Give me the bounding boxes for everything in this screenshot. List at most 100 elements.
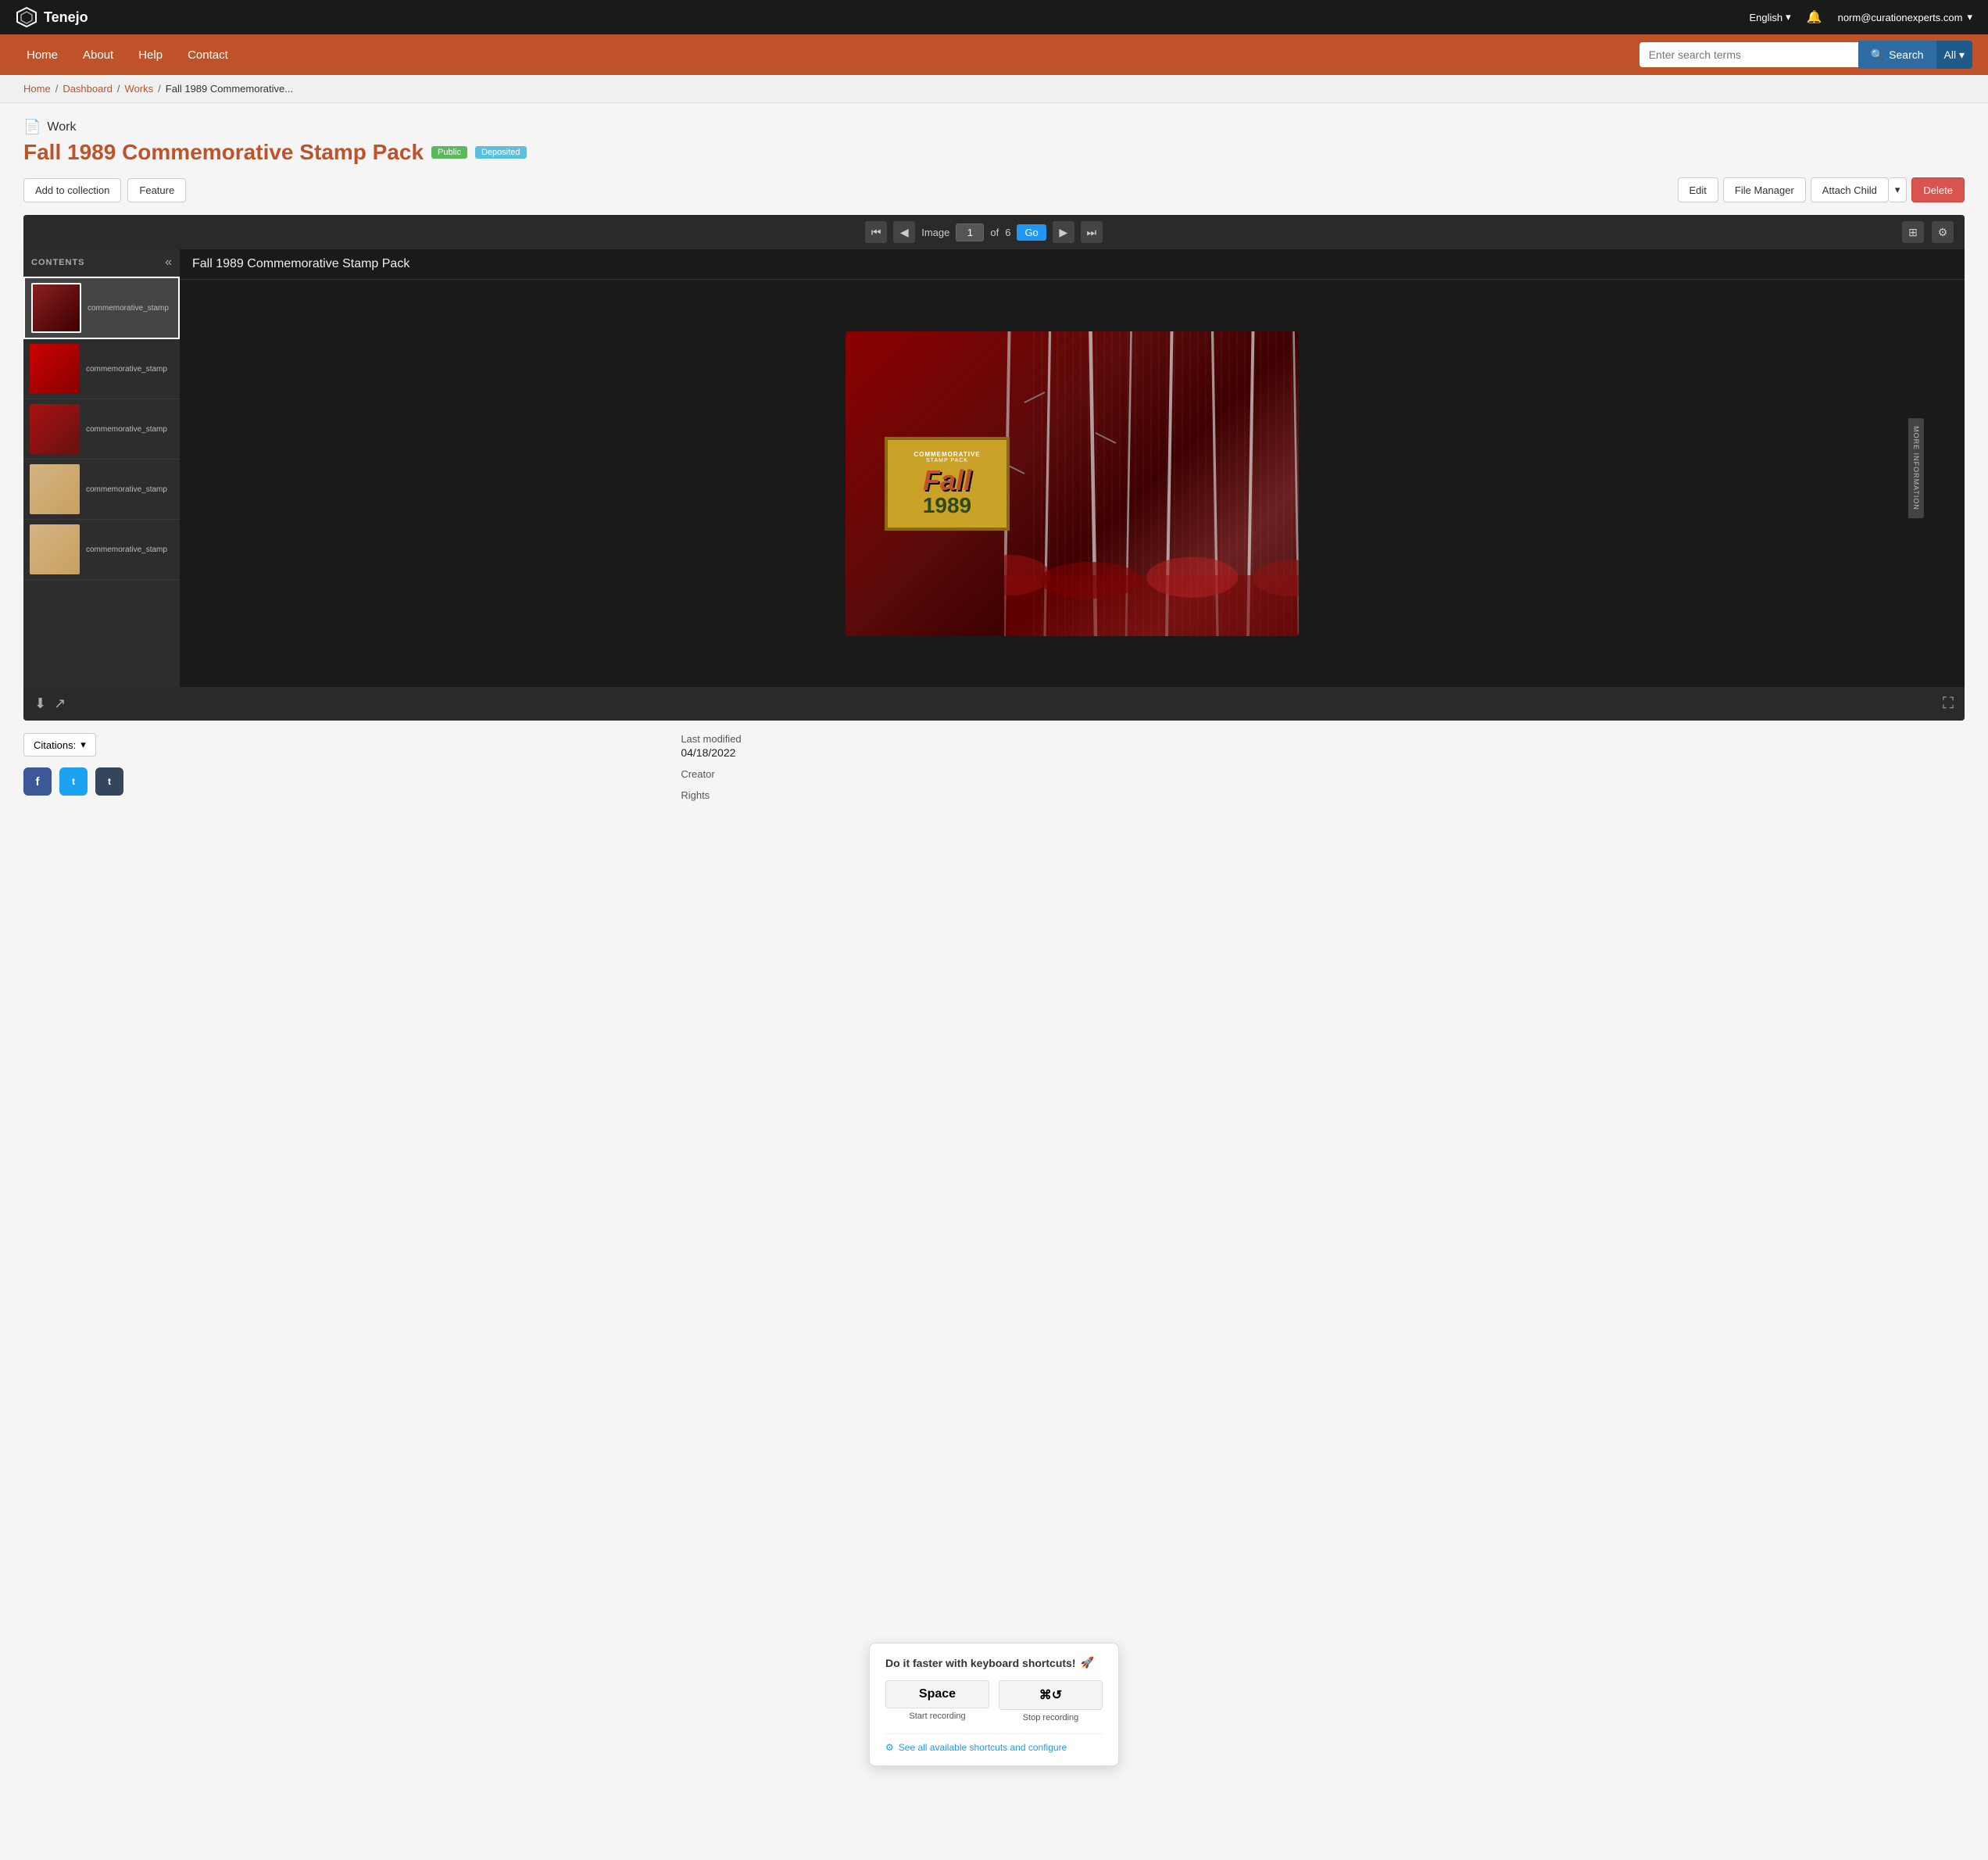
tumblr-button[interactable]: t: [95, 767, 123, 796]
language-selector[interactable]: English ▾: [1750, 11, 1791, 23]
viewer-toolbar: ⏮ ◀ Image 1 of 6 Go ▶ ⏭ ⊞ ⚙: [23, 215, 1965, 249]
of-label: of: [990, 227, 999, 238]
logo-label: Tenejo: [44, 9, 88, 26]
last-modified-label: Last modified: [681, 733, 1965, 745]
logo-icon: [16, 6, 38, 28]
nav-search-form: 🔍 Search All ▾: [1639, 41, 1972, 69]
thumb-img-2: [30, 344, 80, 394]
shortcut-link-emoji: ⚙: [885, 1742, 894, 1753]
sidebar-collapse-button[interactable]: «: [165, 256, 172, 270]
keyboard-shortcut-popup: Do it faster with keyboard shortcuts! 🚀 …: [869, 1643, 1119, 1766]
thumbnail-5[interactable]: commemorative_stamp: [23, 520, 180, 580]
meta-right: Last modified 04/18/2022 Creator Rights: [681, 733, 1965, 810]
twitter-button[interactable]: t: [59, 767, 88, 796]
thumbnail-1[interactable]: commemorative_stamp: [23, 277, 180, 339]
user-email: norm@curationexperts.com: [1838, 12, 1963, 23]
shortcut-configure-link[interactable]: ⚙ See all available shortcuts and config…: [885, 1733, 1103, 1753]
sidebar-header: CONTENTS «: [23, 249, 180, 277]
rights-row: Rights: [681, 789, 1965, 801]
next-page-button[interactable]: ▶: [1053, 221, 1074, 243]
notifications-bell[interactable]: 🔔: [1807, 9, 1822, 25]
share-icon[interactable]: ↗: [54, 696, 66, 712]
work-type-label: Work: [47, 120, 76, 134]
trees-svg: [1004, 331, 1299, 636]
download-icon[interactable]: ⬇: [34, 696, 46, 712]
creator-row: Creator: [681, 768, 1965, 780]
citations-dropdown-icon: ▾: [80, 739, 86, 751]
settings-button[interactable]: ⚙: [1932, 221, 1954, 243]
delete-button[interactable]: Delete: [1911, 177, 1965, 202]
thumb-img-1: [31, 283, 81, 333]
breadcrumb-home[interactable]: Home: [23, 83, 51, 95]
nav-bar: Home About Help Contact 🔍 Search All ▾: [0, 34, 1988, 75]
work-type-icon: 📄: [23, 119, 41, 135]
search-icon: 🔍: [1871, 48, 1884, 62]
main-content: 📄 Work Fall 1989 Commemorative Stamp Pac…: [0, 103, 1988, 826]
nav-help[interactable]: Help: [127, 42, 173, 68]
viewer-toolbar-center: ⏮ ◀ Image 1 of 6 Go ▶ ⏭: [865, 221, 1103, 243]
logo[interactable]: Tenejo: [16, 6, 88, 28]
add-to-collection-button[interactable]: Add to collection: [23, 178, 121, 202]
fullscreen-button[interactable]: ⛶: [1943, 695, 1954, 713]
more-information-tab[interactable]: MORE INFORMATION: [1908, 418, 1924, 518]
grid-view-button[interactable]: ⊞: [1902, 221, 1924, 243]
thumbnail-4[interactable]: commemorative_stamp: [23, 460, 180, 520]
viewer-footer-icons: ⬇ ↗: [34, 696, 66, 712]
breadcrumb-sep-3: /: [158, 83, 161, 95]
page-input[interactable]: 1: [956, 224, 984, 241]
attach-child-button[interactable]: Attach Child: [1811, 177, 1889, 202]
user-menu[interactable]: norm@curationexperts.com ▾: [1838, 11, 1972, 23]
cmd-key: ⌘↺: [999, 1680, 1103, 1710]
edit-button[interactable]: Edit: [1678, 177, 1718, 202]
nav-links: Home About Help Contact: [16, 42, 239, 68]
social-share: f t t: [23, 767, 665, 796]
first-page-button[interactable]: ⏮: [865, 221, 887, 243]
user-dropdown-icon: ▾: [1967, 11, 1972, 23]
contents-label: CONTENTS: [31, 258, 85, 267]
nav-contact[interactable]: Contact: [177, 42, 239, 68]
go-button[interactable]: Go: [1017, 224, 1046, 241]
language-label: English: [1750, 12, 1783, 23]
stamp-line2: Stamp Pack: [899, 458, 996, 463]
top-bar-right: English ▾ 🔔 norm@curationexperts.com ▾: [1750, 9, 1973, 25]
last-modified-row: Last modified 04/18/2022: [681, 733, 1965, 759]
work-title: Fall 1989 Commemorative Stamp Pack: [23, 140, 424, 165]
shortcut-link-text: See all available shortcuts and configur…: [899, 1742, 1067, 1753]
nav-home[interactable]: Home: [16, 42, 69, 68]
thumbnail-3[interactable]: commemorative_stamp: [23, 399, 180, 460]
stamp-line1: Commemorative: [899, 451, 996, 458]
thumb-label-5: commemorative_stamp: [86, 545, 167, 554]
thumbnail-2[interactable]: commemorative_stamp: [23, 339, 180, 399]
breadcrumb-works[interactable]: Works: [125, 83, 154, 95]
breadcrumb-sep-2: /: [117, 83, 120, 95]
viewer-container: ⏮ ◀ Image 1 of 6 Go ▶ ⏭ ⊞ ⚙ CONTENTS «: [23, 215, 1965, 721]
shortcut-space: Space Start recording: [885, 1680, 989, 1722]
thumb-img-3: [30, 404, 80, 454]
viewer-body: CONTENTS « commemorative_stamp commemora…: [23, 249, 1965, 687]
thumb-label-1: commemorative_stamp: [88, 304, 169, 313]
thumb-label-3: commemorative_stamp: [86, 425, 167, 434]
nav-about[interactable]: About: [72, 42, 124, 68]
search-input[interactable]: [1639, 42, 1858, 67]
space-key: Space: [885, 1680, 989, 1708]
shortcut-grid: Space Start recording ⌘↺ Stop recording: [885, 1680, 1103, 1722]
breadcrumb-sep-1: /: [55, 83, 59, 95]
search-button[interactable]: 🔍 Search: [1858, 41, 1936, 69]
breadcrumb-dashboard[interactable]: Dashboard: [63, 83, 113, 95]
viewer-main: Fall 1989 Commemorative Stamp Pack: [180, 249, 1965, 687]
shortcut-cmd: ⌘↺ Stop recording: [999, 1680, 1103, 1722]
deposited-badge: Deposited: [475, 146, 527, 159]
breadcrumb: Home / Dashboard / Works / Fall 1989 Com…: [23, 83, 1965, 95]
attach-child-dropdown[interactable]: ▾: [1889, 177, 1908, 202]
citations-button[interactable]: Citations: ▾: [23, 733, 96, 757]
prev-page-button[interactable]: ◀: [893, 221, 915, 243]
last-page-button[interactable]: ⏭: [1081, 221, 1103, 243]
facebook-button[interactable]: f: [23, 767, 52, 796]
viewer-main-title: Fall 1989 Commemorative Stamp Pack: [180, 249, 1965, 280]
feature-button[interactable]: Feature: [127, 178, 186, 202]
space-key-desc: Start recording: [885, 1712, 989, 1721]
language-dropdown-icon: ▾: [1786, 11, 1791, 23]
file-manager-button[interactable]: File Manager: [1723, 177, 1806, 202]
search-all-dropdown[interactable]: All ▾: [1936, 41, 1972, 69]
shortcut-popup-title: Do it faster with keyboard shortcuts! 🚀: [885, 1656, 1103, 1669]
